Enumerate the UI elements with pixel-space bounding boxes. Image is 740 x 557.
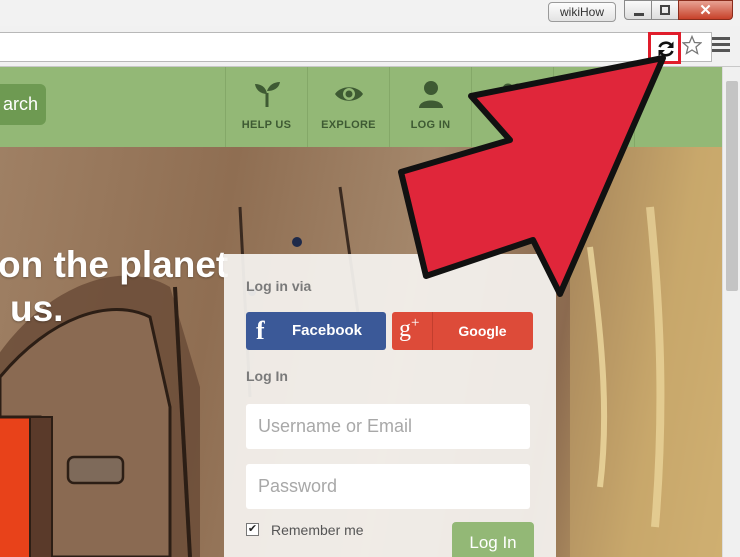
facebook-label: Facebook xyxy=(292,322,363,339)
search-button[interactable]: arch xyxy=(0,84,46,125)
reload-icon xyxy=(658,41,674,57)
nav-label: EXPLORE xyxy=(321,119,376,131)
login-section-label: Log In xyxy=(246,368,288,384)
browser-toolbar xyxy=(0,26,740,67)
hero-headline-line: on the planet xyxy=(0,244,229,285)
nav-label: LOG IN xyxy=(410,119,451,131)
profile-badge[interactable]: wikiHow xyxy=(548,2,616,22)
remember-me-label: Remember me xyxy=(271,522,364,538)
minimize-icon xyxy=(634,13,644,16)
facebook-login-button[interactable]: f Facebook xyxy=(246,312,386,350)
hero-headline: on the planet us. xyxy=(0,243,228,331)
minimize-button[interactable] xyxy=(624,0,652,20)
close-icon: ✕ xyxy=(699,2,712,19)
menu-icon[interactable] xyxy=(712,37,730,53)
nav-log-in[interactable]: LOG IN xyxy=(389,67,471,147)
facebook-icon: f xyxy=(256,316,265,345)
person-icon xyxy=(419,81,443,108)
page-scrollbar[interactable] xyxy=(722,67,740,557)
google-label: Google xyxy=(458,323,507,339)
star-icon[interactable] xyxy=(682,35,702,55)
reload-button[interactable] xyxy=(648,32,681,64)
address-bar[interactable] xyxy=(0,32,712,62)
username-input[interactable] xyxy=(246,404,530,449)
login-panel: Log in via f Facebook g+ Google Log In ✔… xyxy=(224,254,556,557)
hero-headline-line: us. xyxy=(10,288,64,329)
sprout-icon xyxy=(255,82,280,107)
eye-icon xyxy=(335,87,363,101)
window-titlebar: wikiHow ✕ xyxy=(0,0,740,26)
nav-label: HELP US xyxy=(241,119,292,131)
nav-help-us[interactable]: HELP US xyxy=(225,67,307,147)
page-viewport: arch HELP US EXPLORE LOG IN on the plane… xyxy=(0,67,722,557)
close-button[interactable]: ✕ xyxy=(678,0,733,20)
scrollbar-thumb[interactable] xyxy=(726,81,738,291)
google-login-button[interactable]: g+ Google xyxy=(392,312,533,350)
password-input[interactable] xyxy=(246,464,530,509)
site-header: arch HELP US EXPLORE LOG IN xyxy=(0,67,722,147)
community-icon xyxy=(499,83,527,106)
maximize-button[interactable] xyxy=(651,0,679,20)
login-submit-button[interactable]: Log In xyxy=(452,522,534,557)
remember-me-checkbox[interactable]: ✔ xyxy=(246,523,259,536)
login-via-label: Log in via xyxy=(246,278,312,294)
nav-community[interactable] xyxy=(471,67,553,147)
maximize-icon xyxy=(660,5,670,15)
google-plus-icon: g+ xyxy=(399,315,420,342)
nav-divider xyxy=(553,67,635,147)
nav-explore[interactable]: EXPLORE xyxy=(307,67,389,147)
